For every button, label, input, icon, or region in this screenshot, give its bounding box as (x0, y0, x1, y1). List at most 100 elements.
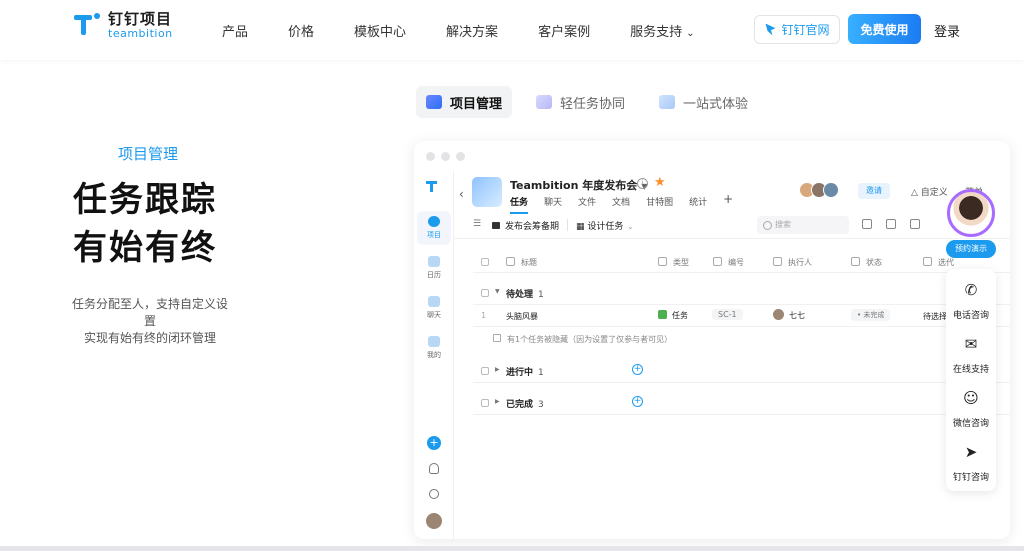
hero-title-line1: 任务跟踪 (73, 180, 217, 220)
view-label: 设计任务 (587, 222, 624, 232)
wechat-consult[interactable]: ☺ 微信咨询 (946, 389, 996, 430)
table-view-icon[interactable] (862, 219, 872, 229)
caret-down-icon[interactable]: ▼ (495, 288, 500, 295)
caret-right-icon[interactable]: ▶ (495, 366, 500, 373)
task-iteration[interactable]: 待选择 (923, 311, 947, 322)
monitor-icon (659, 95, 676, 109)
dingtalk-icon (764, 23, 776, 37)
back-arrow-icon[interactable]: ‹ (459, 187, 464, 201)
bell-icon[interactable] (429, 463, 439, 474)
tab-stats[interactable]: 统计 (689, 195, 707, 214)
table-header: 标题 类型 编号 执行人 状态 选代 (473, 251, 1010, 273)
chevron-down-icon: ⌄ (627, 223, 634, 231)
top-navbar: 钉钉项目 teambition 产品 价格 模板中心 解决方案 客户案例 服务支… (0, 0, 1024, 60)
task-assignee[interactable]: 七七 (773, 309, 805, 321)
group-checkbox[interactable] (481, 289, 489, 297)
group-row-todo[interactable]: ▼ 待处理 1 (473, 281, 1010, 305)
stage-selector[interactable]: 发布会筹备期 (492, 219, 559, 232)
nav-support[interactable]: 服务支持 ⌄ (630, 21, 694, 40)
app-logo-icon (426, 181, 442, 195)
task-collab-icon (536, 95, 553, 109)
group-row-inprogress[interactable]: ▶ 进行中 1 + (473, 359, 1010, 383)
customize-label: 自定义 (920, 188, 948, 198)
caret-right-icon[interactable]: ▶ (495, 398, 500, 405)
list-icon[interactable]: ☰ (473, 219, 481, 229)
task-status[interactable]: • 未完成 (851, 309, 891, 321)
contact-label: 微信咨询 (952, 419, 989, 429)
tab-docs[interactable]: 文档 (612, 195, 630, 214)
task-number: 1 (481, 311, 487, 320)
nav-solutions[interactable]: 解决方案 (446, 21, 498, 40)
app-preview-window: 项目 日历 聊天 我的 + ‹ Teambition 年度发布会 ▼ i ★ 任务… (414, 141, 1010, 539)
sidebar-item-chat[interactable]: 聊天 (417, 291, 451, 325)
tab-tasks[interactable]: 任务 (510, 195, 529, 214)
sidebar-item-project[interactable]: 项目 (417, 211, 451, 245)
monitor-icon (428, 336, 440, 347)
nav-price[interactable]: 价格 (288, 21, 314, 40)
col-type[interactable]: 类型 (658, 257, 689, 268)
consultant-avatar[interactable] (947, 189, 995, 237)
group-checkbox[interactable] (481, 367, 489, 375)
dingtalk-icon: ➤ (964, 443, 978, 461)
chat-icon (428, 296, 440, 307)
brand-logo[interactable]: 钉钉项目 teambition (74, 11, 173, 39)
teambition-logo-icon (74, 12, 100, 39)
col-assignee[interactable]: 执行人 (773, 257, 812, 268)
task-toolbar: ☰ 发布会筹备期 ▦ 设计任务 ⌄ 搜索 (454, 213, 1010, 239)
col-title[interactable]: 标题 (506, 257, 537, 268)
search-icon[interactable] (429, 489, 439, 499)
group-name: 进行中 (506, 368, 534, 378)
col-code[interactable]: 编号 (713, 257, 744, 268)
dingding-site-button[interactable]: 钉钉官网 (754, 15, 840, 44)
phone-consult[interactable]: ✆ 电话咨询 (946, 281, 996, 322)
sidebar-item-label: 我的 (427, 351, 441, 359)
member-avatars[interactable] (799, 182, 839, 198)
select-all-checkbox[interactable] (481, 258, 489, 266)
project-title[interactable]: Teambition 年度发布会 ▼ (510, 177, 647, 193)
tab-light-task[interactable]: 轻任务协同 (526, 86, 635, 118)
sidebar-item-calendar[interactable]: 日历 (417, 251, 451, 285)
filter-icon[interactable] (910, 219, 920, 229)
dingtalk-consult[interactable]: ➤ 钉钉咨询 (946, 443, 996, 484)
col-status[interactable]: 状态 (851, 257, 882, 268)
sidebar-item-mine[interactable]: 我的 (417, 331, 451, 365)
add-task-icon[interactable]: + (632, 396, 643, 407)
login-link[interactable]: 登录 (934, 21, 960, 40)
book-demo-button[interactable]: 预约演示 (946, 240, 996, 258)
add-task-icon[interactable]: + (632, 364, 643, 375)
chevron-down-icon: ⌄ (686, 27, 695, 39)
wechat-icon: ☺ (963, 389, 979, 407)
board-view-icon[interactable] (886, 219, 896, 229)
view-selector[interactable]: ▦ 设计任务 ⌄ (576, 219, 633, 232)
avatar (823, 182, 839, 198)
free-trial-button[interactable]: 免费使用 (848, 14, 921, 44)
add-tab-icon[interactable]: + (723, 192, 733, 214)
view-toggle-icons (862, 219, 934, 229)
nav-templates[interactable]: 模板中心 (354, 21, 406, 40)
user-avatar[interactable] (426, 513, 442, 529)
star-icon[interactable]: ★ (654, 175, 666, 190)
tab-gantt[interactable]: 甘特图 (646, 195, 673, 214)
project-title-text: Teambition 年度发布会 (510, 179, 638, 192)
search-input[interactable]: 搜索 (757, 216, 849, 234)
online-support[interactable]: ✉ 在线支持 (946, 335, 996, 376)
customize-button[interactable]: △ 自定义 (911, 185, 948, 198)
nav-cases[interactable]: 客户案例 (538, 21, 590, 40)
task-code: SC-1 (712, 309, 743, 320)
invite-button[interactable]: 邀请 (858, 183, 890, 199)
info-icon[interactable]: i (637, 178, 648, 189)
project-icon (426, 95, 442, 109)
group-checkbox[interactable] (481, 399, 489, 407)
table-row[interactable]: 1 头脑风暴 任务 SC-1 七七 • 未完成 待选择 (473, 305, 1010, 327)
tab-project-management[interactable]: 项目管理 (416, 86, 513, 118)
add-icon[interactable]: + (427, 436, 441, 450)
group-count: 1 (538, 290, 544, 300)
dingding-site-label: 钉钉官网 (781, 23, 830, 37)
tab-one-stop[interactable]: 一站式体验 (649, 86, 758, 118)
tab-files[interactable]: 文件 (578, 195, 596, 214)
nav-product[interactable]: 产品 (222, 21, 248, 40)
bottom-scrollbar[interactable] (0, 546, 1024, 551)
tab-chat[interactable]: 聊天 (544, 195, 562, 214)
task-name[interactable]: 头脑风暴 (506, 311, 538, 322)
group-row-done[interactable]: ▶ 已完成 3 + (473, 391, 1010, 415)
